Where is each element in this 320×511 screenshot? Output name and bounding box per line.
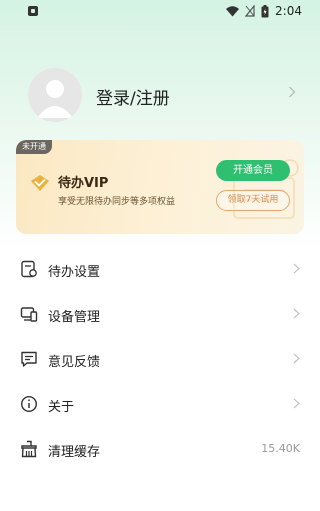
- vip-title: 待办VIP: [58, 176, 109, 191]
- chevron-right-icon: [293, 308, 300, 319]
- status-bar: 2:04: [0, 0, 320, 24]
- chevron-right-icon: [293, 353, 300, 364]
- menu-item-label: 清理缓存: [48, 445, 101, 460]
- menu-item-label: 设备管理: [48, 310, 101, 325]
- vip-description: 享受无限待办同步等多项权益: [58, 197, 176, 207]
- battery-icon: [261, 4, 269, 17]
- device-icon: [20, 307, 38, 322]
- chevron-right-icon: [293, 263, 300, 274]
- info-icon: [20, 395, 38, 413]
- vip-status-tag: 未开通: [16, 140, 52, 154]
- chevron-right-icon: [293, 398, 300, 409]
- menu-item-label: 待办设置: [48, 265, 101, 280]
- cache-size-value: 15.40K: [261, 442, 300, 455]
- wifi-icon: [226, 5, 240, 16]
- menu-item-clear-cache[interactable]: 清理缓存 15.40K: [0, 427, 320, 472]
- vip-card-decoration: [233, 159, 299, 219]
- app-notification-icon: [28, 6, 38, 16]
- settings-menu: 待办设置 设备管理 意见反馈 关于 清理缓存 15.40K: [0, 247, 320, 472]
- menu-item-todo-settings[interactable]: 待办设置: [0, 247, 320, 292]
- vip-card[interactable]: 未开通 待办VIP 享受无限待办同步等多项权益 开通会员 领取7天试用: [16, 140, 304, 234]
- status-time: 2:04: [275, 4, 302, 18]
- login-register-link[interactable]: 登录/注册: [96, 84, 170, 109]
- broom-icon: [21, 440, 37, 458]
- free-trial-button[interactable]: 领取7天试用: [216, 190, 290, 211]
- todo-settings-icon: [21, 260, 37, 278]
- menu-item-label: 关于: [48, 400, 75, 415]
- signal-off-icon: [245, 5, 255, 17]
- vip-crown-icon: [31, 175, 49, 191]
- default-user-icon: [37, 80, 73, 118]
- menu-item-device-management[interactable]: 设备管理: [0, 292, 320, 337]
- status-icons: 2:04: [226, 4, 302, 18]
- menu-item-label: 意见反馈: [48, 355, 101, 370]
- menu-item-about[interactable]: 关于: [0, 382, 320, 427]
- avatar[interactable]: [28, 68, 82, 122]
- feedback-icon: [21, 351, 37, 367]
- chevron-right-icon: [289, 86, 296, 98]
- menu-item-feedback[interactable]: 意见反馈: [0, 337, 320, 382]
- profile-row[interactable]: 登录/注册: [28, 68, 298, 124]
- open-membership-button[interactable]: 开通会员: [216, 160, 290, 181]
